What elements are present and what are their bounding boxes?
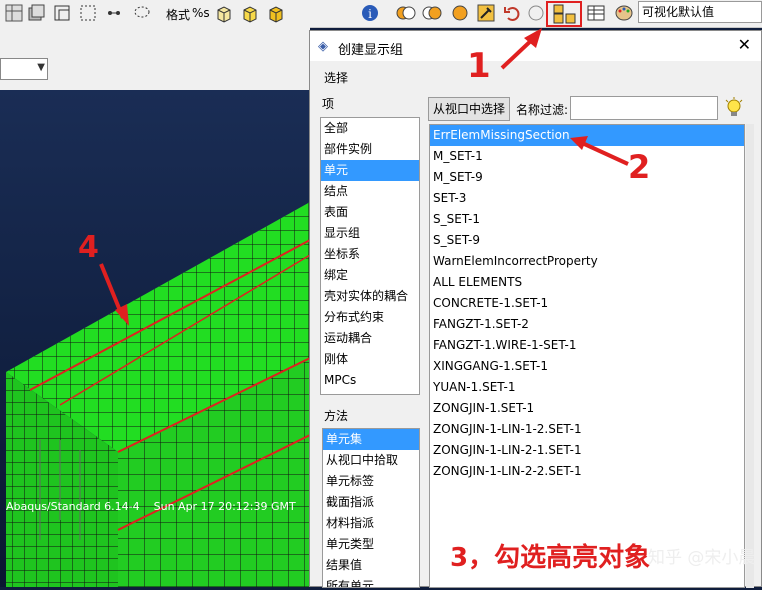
item-list-entry[interactable]: 全部 xyxy=(321,118,419,139)
item-list-entry[interactable]: 壳对实体的耦合 xyxy=(321,286,419,307)
grid-icon[interactable] xyxy=(4,3,24,23)
arrow-icon xyxy=(99,263,129,326)
set-list-entry[interactable]: FANGZT-1.WIRE-1-SET-1 xyxy=(430,335,744,356)
method-list-entry[interactable]: 材料指派 xyxy=(323,513,419,534)
box-icon[interactable] xyxy=(214,3,234,23)
create-display-group-icon[interactable] xyxy=(546,1,582,27)
method-list-entry[interactable]: 所有单元 xyxy=(323,576,419,587)
watermark-text: 知乎 @宋小晨 xyxy=(648,548,756,568)
item-list-entry[interactable]: 运动耦合 xyxy=(321,328,419,349)
set-list-entry[interactable]: ZONGJIN-1-LIN-2-2.SET-1 xyxy=(430,461,744,482)
dialog-title: 创建显示组 xyxy=(338,43,404,58)
main-toolbar: 格式 %s i 可视化默认值 xyxy=(0,0,762,28)
select-box-icon[interactable] xyxy=(78,3,98,23)
item-list-entry[interactable]: 分布式约束 xyxy=(321,307,419,328)
sphere-icon[interactable] xyxy=(450,3,470,23)
item-list-entry[interactable]: 部件实例 xyxy=(321,139,419,160)
select-group-label: 选择 xyxy=(324,71,349,85)
items-list[interactable]: 全部 部件实例 单元 结点 表面 显示组 坐标系 绑定 壳对实体的耦合 分布式约束 运动耦合 刚体 MP… xyxy=(320,117,420,395)
node-select-icon[interactable] xyxy=(104,3,124,23)
format-value[interactable]: %s xyxy=(192,6,210,20)
set-list-entry[interactable]: SET-3 xyxy=(430,188,744,209)
set-list-entry[interactable]: CONCRETE-1.SET-1 xyxy=(430,293,744,314)
lasso-icon[interactable] xyxy=(132,3,152,23)
dialog-app-icon: ◈ xyxy=(318,39,328,54)
annotation-3: 3，勾选高亮对象 xyxy=(450,543,651,573)
item-list-entry[interactable]: 表面 xyxy=(321,202,419,223)
arrow-icon xyxy=(500,28,542,70)
info-icon[interactable]: i xyxy=(360,3,380,23)
set-list-entry[interactable]: ZONGJIN-1-LIN-1-2.SET-1 xyxy=(430,419,744,440)
method-label: 方法 xyxy=(324,409,349,423)
set-list-entry[interactable]: YUAN-1.SET-1 xyxy=(430,377,744,398)
set-list-entry[interactable]: S_SET-9 xyxy=(430,230,744,251)
box-icon[interactable] xyxy=(266,3,286,23)
method-list-entry[interactable]: 结果值 xyxy=(323,555,419,576)
visualization-default-combo[interactable]: 可视化默认值 xyxy=(638,1,762,23)
set-list-entry[interactable]: XINGGANG-1.SET-1 xyxy=(430,356,744,377)
method-list-entry[interactable]: 单元集 xyxy=(323,429,419,450)
close-icon[interactable]: ✕ xyxy=(738,35,751,54)
svg-text:i: i xyxy=(368,7,372,21)
box-icon[interactable] xyxy=(240,3,260,23)
set-list-entry[interactable]: ZONGJIN-1.SET-1 xyxy=(430,398,744,419)
viewport-info-text: Abaqus/Standard 6.14-4 Sun Apr 17 20:12:… xyxy=(6,500,296,513)
format-label: 格式 xyxy=(166,8,191,22)
method-list-entry[interactable]: 单元类型 xyxy=(323,534,419,555)
undo-icon[interactable] xyxy=(502,3,522,23)
set-list-entry[interactable]: WarnElemIncorrectProperty xyxy=(430,251,744,272)
lightbulb-icon[interactable] xyxy=(724,97,744,119)
sets-list[interactable]: ErrElemMissingSection M_SET-1 M_SET-9 SET-3… xyxy=(429,124,745,588)
circle-toggle-icon[interactable] xyxy=(422,3,442,23)
create-display-group-dialog: ◈ 创建显示组 ✕ 选择 项 全部 部件实例 单元 结点 表面 显示组 坐标系 绑定 壳对实体的… xyxy=(309,30,762,588)
arrow-icon xyxy=(570,136,629,166)
name-filter-label: 名称过滤: xyxy=(516,103,569,117)
palette-icon[interactable] xyxy=(614,3,634,23)
set-list-entry[interactable]: S_SET-1 xyxy=(430,209,744,230)
items-label: 项 xyxy=(322,97,335,111)
item-list-entry[interactable]: 显示组 xyxy=(321,223,419,244)
item-list-entry[interactable]: 结点 xyxy=(321,181,419,202)
chevron-down-icon: ▼ xyxy=(37,62,45,73)
pick-from-viewport-button[interactable]: 从视口中选择 xyxy=(428,97,510,121)
method-list-entry[interactable]: 从视口中拾取 xyxy=(323,450,419,471)
empty-circle-icon[interactable] xyxy=(526,3,546,23)
item-list-entry[interactable]: 刚体 xyxy=(321,349,419,370)
layer-icon[interactable] xyxy=(52,3,72,23)
method-list-entry[interactable]: 截面指派 xyxy=(323,492,419,513)
table-icon[interactable] xyxy=(586,3,606,23)
method-list-entry[interactable]: 单元标签 xyxy=(323,471,419,492)
item-list-entry[interactable]: 单元 xyxy=(321,160,419,181)
context-combo[interactable]: ▼ xyxy=(0,58,48,80)
copy-icon[interactable] xyxy=(26,3,46,23)
set-list-entry[interactable]: ALL ELEMENTS xyxy=(430,272,744,293)
circle-toggle-icon[interactable] xyxy=(396,3,416,23)
methods-list[interactable]: 单元集 从视口中拾取 单元标签 截面指派 材料指派 单元类型 结果值 所有单元 xyxy=(322,428,420,588)
set-list-entry[interactable]: ZONGJIN-1-LIN-2-1.SET-1 xyxy=(430,440,744,461)
item-list-entry[interactable]: 绑定 xyxy=(321,265,419,286)
hammer-icon[interactable] xyxy=(476,3,496,23)
annotation-1: 1 xyxy=(467,46,491,86)
item-list-entry[interactable]: MPCs xyxy=(321,370,419,391)
name-filter-input[interactable] xyxy=(570,96,718,120)
item-list-entry[interactable]: 坐标系 xyxy=(321,244,419,265)
set-list-entry[interactable]: FANGZT-1.SET-2 xyxy=(430,314,744,335)
sets-scrollbar[interactable] xyxy=(746,124,754,588)
